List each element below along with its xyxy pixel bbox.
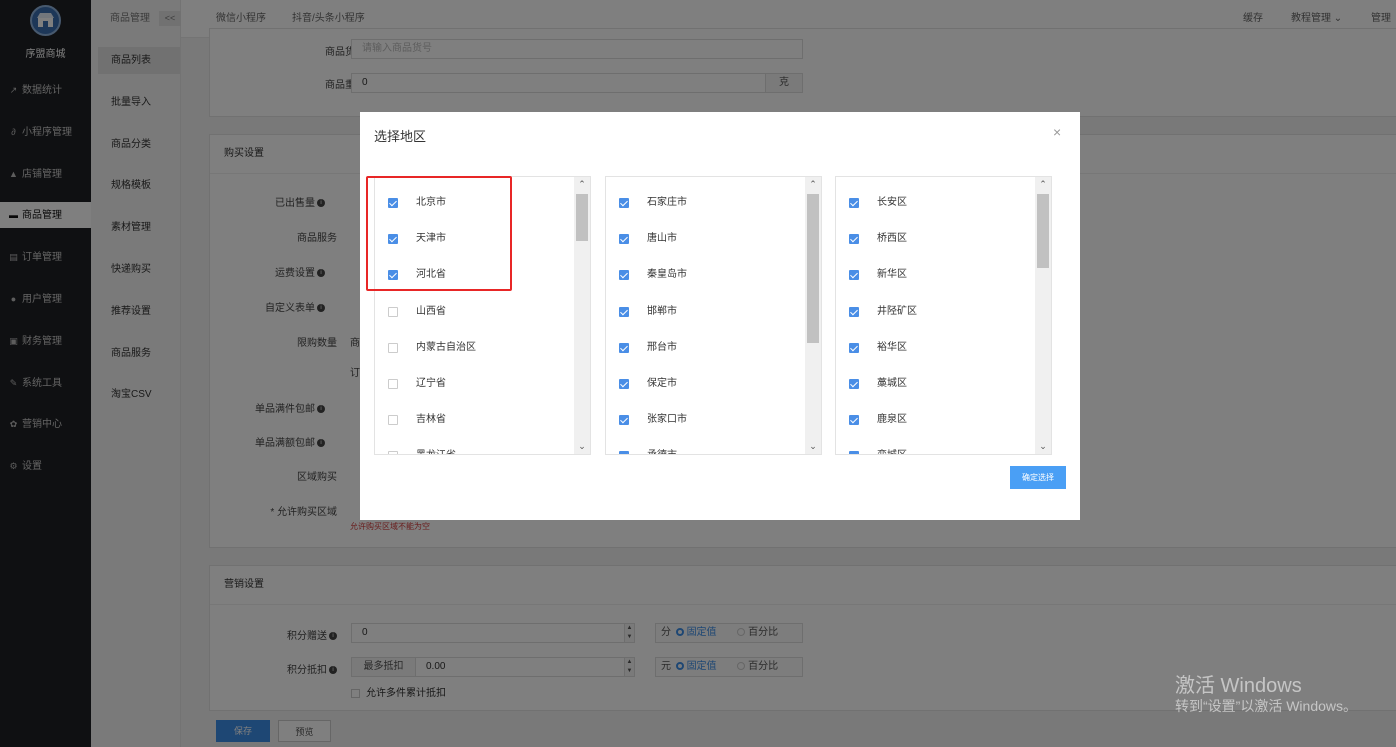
region-option-label: 山西省 [416,305,446,317]
scrollbar[interactable]: ⌃ ⌄ [574,177,590,454]
checkbox-checked-icon[interactable] [619,270,629,281]
region-option[interactable]: 栾城区 [836,438,1036,454]
region-option-label: 黑龙江省 [416,449,456,454]
region-option[interactable]: 鹿泉区 [836,402,1036,438]
region-option[interactable]: 新华区 [836,257,1036,293]
region-option-label: 吉林省 [416,414,446,426]
checkbox-checked-icon[interactable] [849,415,859,426]
region-option[interactable]: 邯郸市 [606,294,806,330]
region-option[interactable]: 石家庄市 [606,185,806,221]
region-option[interactable]: 内蒙古自治区 [375,330,575,366]
region-option-label: 栾城区 [877,449,907,454]
region-option-label: 新华区 [877,269,907,281]
scroll-thumb[interactable] [576,194,588,241]
activation-watermark-text: 转到“设置”以激活 Windows。 [1175,698,1358,714]
highlight-box [366,176,512,291]
checkbox-checked-icon[interactable] [849,306,859,317]
region-option-label: 邢台市 [647,341,677,353]
modal-title: 选择地区 [374,129,427,144]
region-option[interactable]: 承德市 [606,438,806,454]
scroll-thumb[interactable] [1037,194,1049,268]
region-option[interactable]: 藁城区 [836,366,1036,402]
checkbox-icon[interactable] [388,306,398,317]
region-option[interactable]: 唐山市 [606,221,806,257]
checkbox-checked-icon[interactable] [849,234,859,245]
region-option-label: 石家庄市 [647,197,687,208]
region-option[interactable]: 吉林省 [375,402,575,438]
region-option-label: 辽宁省 [416,378,446,389]
checkbox-checked-icon[interactable] [849,198,859,208]
checkbox-checked-icon[interactable] [619,379,629,389]
region-option-label: 内蒙古自治区 [416,341,476,353]
region-option-label: 秦皇岛市 [647,269,687,281]
region-option-label: 井陉矿区 [877,305,917,317]
region-option[interactable]: 长安区 [836,185,1036,221]
scroll-up-icon[interactable]: ⌃ [1035,177,1051,192]
checkbox-checked-icon[interactable] [619,451,629,454]
region-option-label: 保定市 [647,378,677,389]
scroll-up-icon[interactable]: ⌃ [805,177,821,192]
region-option[interactable]: 井陉矿区 [836,294,1036,330]
checkbox-icon[interactable] [388,415,398,426]
checkbox-checked-icon[interactable] [619,306,629,317]
checkbox-checked-icon[interactable] [849,342,859,353]
checkbox-checked-icon[interactable] [619,234,629,245]
scroll-down-icon[interactable]: ⌄ [805,439,821,454]
scrollbar[interactable]: ⌃ ⌄ [1035,177,1051,454]
region-option[interactable]: 裕华区 [836,330,1036,366]
checkbox-icon[interactable] [388,451,398,454]
checkbox-checked-icon[interactable] [619,342,629,353]
region-option[interactable]: 黑龙江省 [375,438,575,454]
region-option[interactable]: 张家口市 [606,402,806,438]
scroll-up-icon[interactable]: ⌃ [574,177,590,192]
scroll-thumb[interactable] [807,194,819,343]
confirm-selection-button[interactable]: 确定选择 [1010,466,1066,489]
checkbox-checked-icon[interactable] [619,415,629,426]
district-list: 栾城区 鹿泉区 藁城区 裕华区 井陉矿区 新华区 桥西区 长安区 ⌃ ⌄ [835,176,1052,455]
checkbox-icon[interactable] [388,342,398,353]
region-option[interactable]: 山西省 [375,294,575,330]
region-option-label: 藁城区 [877,378,907,389]
region-option-label: 张家口市 [647,414,687,426]
region-option-label: 鹿泉区 [877,414,907,426]
close-icon[interactable]: × [1053,124,1061,140]
region-option[interactable]: 保定市 [606,366,806,402]
checkbox-checked-icon[interactable] [619,198,629,208]
checkbox-icon[interactable] [388,379,398,389]
region-option-label: 裕华区 [877,341,907,353]
region-select-modal: 选择地区 × 黑龙江省吉林省辽宁省内蒙古自治区山西省河北省天津市北京市 ⌃ ⌄ … [360,112,1080,520]
region-option-label: 邯郸市 [647,305,677,317]
region-option-label: 承德市 [647,449,677,454]
checkbox-checked-icon[interactable] [849,451,859,454]
region-option-label: 长安区 [877,197,907,208]
region-option[interactable]: 秦皇岛市 [606,257,806,293]
scrollbar[interactable]: ⌃ ⌄ [805,177,821,454]
region-option[interactable]: 邢台市 [606,330,806,366]
activation-watermark-title: 激活 Windows [1175,675,1302,697]
region-option[interactable]: 桥西区 [836,221,1036,257]
checkbox-checked-icon[interactable] [849,379,859,389]
region-option-label: 唐山市 [647,233,677,245]
scroll-down-icon[interactable]: ⌄ [574,439,590,454]
region-option[interactable]: 辽宁省 [375,366,575,402]
checkbox-checked-icon[interactable] [849,270,859,281]
scroll-down-icon[interactable]: ⌄ [1035,439,1051,454]
region-option-label: 桥西区 [877,233,907,245]
city-list: 承德市 张家口市 保定市 邢台市 邯郸市 秦皇岛市 唐山市 石家庄市 ⌃ ⌄ [605,176,822,455]
